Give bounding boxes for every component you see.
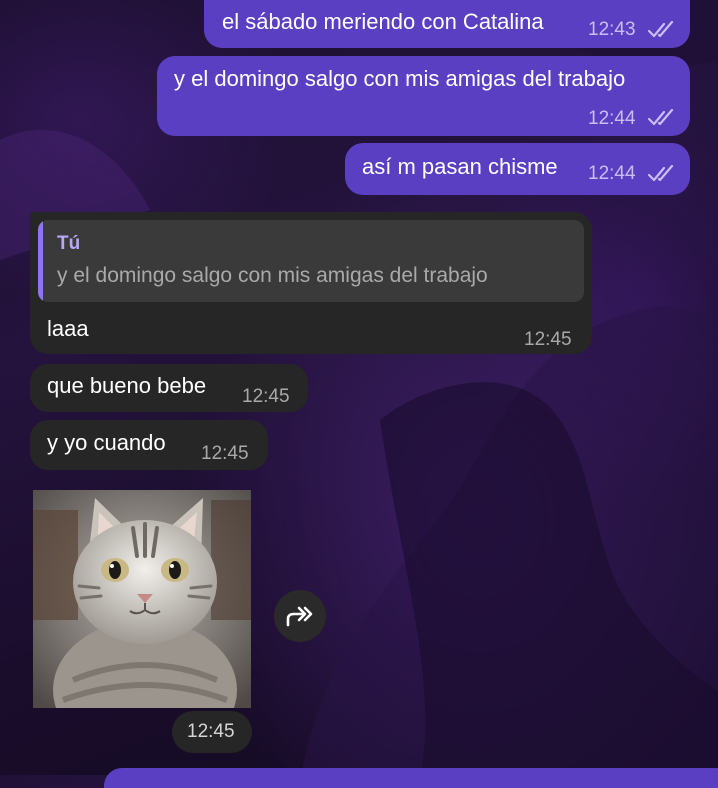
cat-sticker[interactable]	[33, 490, 251, 708]
message-time: 12:45	[524, 329, 572, 350]
outgoing-message[interactable]: y el domingo salgo con mis amigas del tr…	[157, 56, 690, 136]
incoming-message[interactable]: Tú y el domingo salgo con mis amigas del…	[30, 212, 592, 354]
forward-button[interactable]	[274, 590, 326, 642]
outgoing-message[interactable]: el sábado meriendo con Catalina 12:43	[204, 0, 690, 48]
double-check-icon	[647, 109, 674, 126]
reply-author: Tú	[57, 233, 81, 254]
message-time: 12:44	[588, 108, 636, 129]
message-text: así m pasan chisme	[362, 154, 558, 179]
message-text: y yo cuando	[47, 430, 166, 455]
message-time: 12:44	[588, 163, 636, 184]
message-time: 12:45	[201, 443, 249, 464]
reply-quote[interactable]: Tú y el domingo salgo con mis amigas del…	[38, 220, 584, 302]
message-time: 12:43	[588, 19, 636, 40]
incoming-message[interactable]: y yo cuando 12:45	[30, 420, 268, 470]
message-time: 12:45	[187, 721, 235, 742]
message-time: 12:45	[242, 386, 290, 407]
outgoing-message[interactable]: así m pasan chisme 12:44	[345, 143, 690, 195]
message-text: que bueno bebe	[47, 373, 207, 398]
double-check-icon	[647, 165, 674, 182]
double-check-icon	[647, 21, 674, 38]
message-text: laaa	[47, 316, 89, 341]
reply-text: y el domingo salgo con mis amigas del tr…	[57, 264, 488, 287]
reply-accent-bar	[38, 220, 43, 302]
incoming-message[interactable]: que bueno bebe 12:45	[30, 364, 308, 412]
message-text: y el domingo salgo con mis amigas del tr…	[174, 66, 626, 91]
cat-sticker-image	[33, 490, 251, 708]
sticker-time-chip: 12:45	[172, 711, 252, 753]
message-text: el sábado meriendo con Catalina	[222, 9, 544, 34]
forward-icon	[286, 606, 313, 627]
outgoing-message-partial[interactable]	[104, 768, 718, 788]
